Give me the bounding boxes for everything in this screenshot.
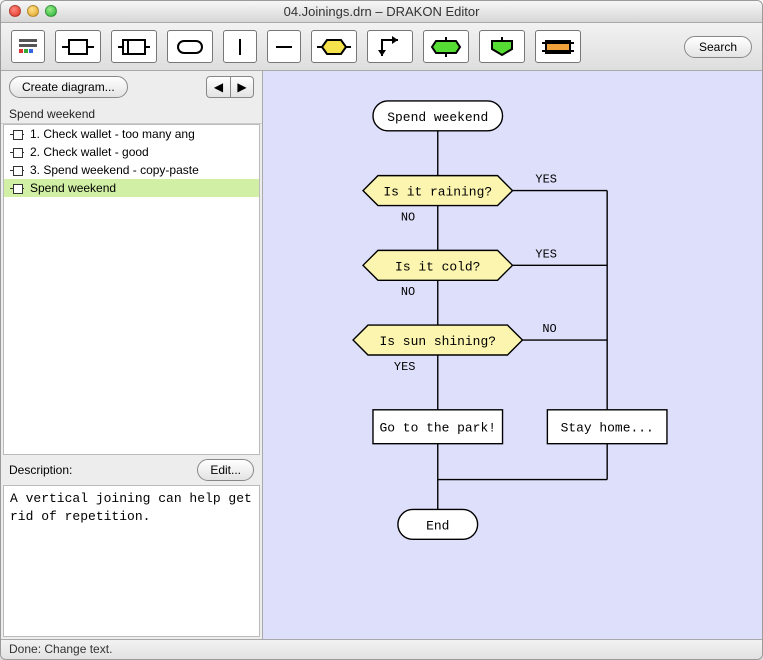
body: Create diagram... ◀ ▶ Spend weekend 1. C…: [1, 71, 762, 639]
tool-hline-icon[interactable]: [267, 30, 301, 63]
close-icon[interactable]: [9, 5, 21, 17]
tool-action-alt-icon[interactable]: [111, 30, 157, 63]
tool-start-green-icon[interactable]: [423, 30, 469, 63]
list-item[interactable]: 2. Check wallet - good: [4, 143, 259, 161]
tool-question-icon[interactable]: [311, 30, 357, 63]
status-text: Done: Change text.: [9, 642, 112, 656]
tool-insert-icon[interactable]: [535, 30, 581, 63]
nav-prev-button[interactable]: ◀: [206, 76, 230, 98]
diagram-tree[interactable]: 1. Check wallet - too many ang 2. Check …: [3, 124, 260, 455]
edge-label-yes: YES: [535, 247, 557, 261]
tool-end-green-icon[interactable]: [479, 30, 525, 63]
chevron-right-icon: ▶: [237, 80, 246, 94]
tool-palette-icon[interactable]: [11, 30, 45, 63]
edge-label-no: NO: [401, 210, 415, 224]
chevron-left-icon: ◀: [214, 80, 223, 94]
titlebar: 04.Joinings.drn – DRAKON Editor: [1, 1, 762, 23]
diagram-item-icon: [10, 147, 24, 157]
window-controls: [9, 5, 57, 17]
sidebar: Create diagram... ◀ ▶ Spend weekend 1. C…: [1, 71, 263, 639]
tool-branch-icon[interactable]: [367, 30, 413, 63]
edit-description-button[interactable]: Edit...: [197, 459, 254, 481]
description-label: Description:: [9, 463, 72, 477]
diagram-item-icon: [10, 165, 24, 175]
action-text: Stay home...: [561, 421, 654, 436]
list-item[interactable]: 3. Spend weekend - copy-paste: [4, 161, 259, 179]
app-window: 04.Joinings.drn – DRAKON Editor: [0, 0, 763, 660]
diagram-title-text: Spend weekend: [387, 110, 488, 125]
list-item[interactable]: 1. Check wallet - too many ang: [4, 125, 259, 143]
tool-action-icon[interactable]: [55, 30, 101, 63]
end-text: End: [426, 518, 449, 533]
zoom-icon[interactable]: [45, 5, 57, 17]
nav-next-button[interactable]: ▶: [230, 76, 254, 98]
toolbar: Search: [1, 23, 762, 71]
list-item-label: 1. Check wallet - too many ang: [30, 127, 195, 141]
diagram-item-icon: [10, 183, 24, 193]
list-item[interactable]: Spend weekend: [4, 179, 259, 197]
tool-terminal-icon[interactable]: [167, 30, 213, 63]
tool-vline-icon[interactable]: [223, 30, 257, 63]
minimize-icon[interactable]: [27, 5, 39, 17]
edge-label-no: NO: [542, 322, 556, 336]
list-item-label: Spend weekend: [30, 181, 116, 195]
sidebar-top: Create diagram... ◀ ▶: [1, 71, 262, 103]
description-text: A vertical joining can help get rid of r…: [3, 485, 260, 637]
create-diagram-button[interactable]: Create diagram...: [9, 76, 128, 98]
list-item-label: 3. Spend weekend - copy-paste: [30, 163, 199, 177]
status-bar: Done: Change text.: [1, 639, 762, 659]
action-text: Go to the park!: [380, 421, 496, 436]
description-header: Description: Edit...: [1, 455, 262, 485]
search-button[interactable]: Search: [684, 36, 752, 58]
list-item-label: 2. Check wallet - good: [30, 145, 149, 159]
question-text: Is it raining?: [383, 185, 492, 200]
diagram-canvas[interactable]: Spend weekend Is it raining? YES NO Is i…: [263, 71, 762, 639]
nav-pair: ◀ ▶: [206, 76, 254, 98]
diagram-section-label: Spend weekend: [1, 103, 262, 124]
window-title: 04.Joinings.drn – DRAKON Editor: [284, 4, 480, 19]
question-text: Is sun shining?: [380, 334, 496, 349]
question-text: Is it cold?: [395, 259, 480, 274]
edge-label-no: NO: [401, 285, 415, 299]
diagram-item-icon: [10, 129, 24, 139]
edge-label-yes: YES: [394, 360, 416, 374]
edge-label-yes: YES: [535, 173, 557, 187]
